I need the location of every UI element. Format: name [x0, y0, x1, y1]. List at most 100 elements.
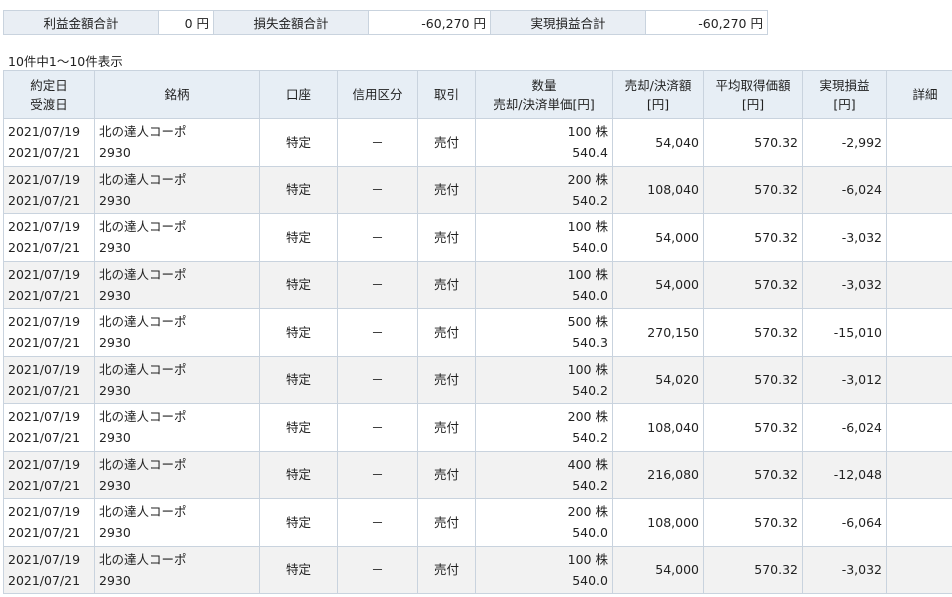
cell-detail [886, 450, 952, 499]
cell-amount: 108,040 [612, 403, 704, 452]
cell-amount: 54,000 [612, 260, 704, 309]
cell-realized-pl: -6,024 [802, 165, 887, 214]
stock-name: 北の達人コーポ [99, 456, 187, 472]
cell-detail [886, 165, 952, 214]
quantity: 400 株 [567, 456, 608, 472]
cell-account: 特定 [259, 260, 338, 309]
quantity: 200 株 [567, 504, 608, 520]
cell-qty-price: 100 株 540.0 [475, 545, 613, 594]
cell-amount: 54,000 [612, 213, 704, 262]
cell-credit: － [337, 260, 418, 309]
header-detail: 詳細 [886, 70, 952, 119]
cell-amount: 54,020 [612, 355, 704, 404]
table-row: 2021/07/19 2021/07/21 北の達人コーポ 2930 特定－売付 500 … [3, 308, 952, 357]
cell-dates: 2021/07/19 2021/07/21 [3, 165, 95, 214]
cell-account: 特定 [259, 213, 338, 262]
cell-credit: － [337, 308, 418, 357]
trade-date: 2021/07/19 [8, 551, 81, 567]
cell-trade: 売付 [417, 498, 476, 547]
settle-date: 2021/07/21 [8, 430, 81, 446]
cell-realized-pl: -3,032 [802, 213, 887, 262]
cell-credit: － [337, 450, 418, 499]
cell-credit: － [337, 545, 418, 594]
cell-avg-price: 570.32 [703, 498, 803, 547]
cell-trade: 売付 [417, 545, 476, 594]
cell-detail [886, 260, 952, 309]
stock-code: 2930 [99, 430, 131, 446]
cell-dates: 2021/07/19 2021/07/21 [3, 355, 95, 404]
summary-table: 利益金額合計 0 円 損失金額合計 -60,270 円 実現損益合計 -60,2… [3, 10, 768, 35]
cell-detail [886, 498, 952, 547]
cell-trade: 売付 [417, 308, 476, 357]
cell-qty-price: 400 株 540.2 [475, 450, 613, 499]
settle-date: 2021/07/21 [8, 525, 81, 541]
quantity: 500 株 [567, 314, 608, 330]
stock-code: 2930 [99, 382, 131, 398]
cell-qty-price: 100 株 540.0 [475, 260, 613, 309]
header-avg-unit: [円] [741, 96, 765, 112]
header-unit-price: 売却/決済単価[円] [493, 96, 595, 112]
table-row: 2021/07/19 2021/07/21 北の達人コーポ 2930 特定－売付 100 … [3, 213, 952, 262]
cell-detail [886, 355, 952, 404]
cell-trade: 売付 [417, 403, 476, 452]
cell-qty-price: 100 株 540.2 [475, 355, 613, 404]
cell-detail [886, 308, 952, 357]
cell-qty-price: 100 株 540.0 [475, 213, 613, 262]
trade-date: 2021/07/19 [8, 266, 81, 282]
quantity: 100 株 [567, 551, 608, 567]
header-pl-label: 実現損益 [819, 77, 870, 93]
cell-stock: 北の達人コーポ 2930 [94, 118, 260, 167]
cell-qty-price: 500 株 540.3 [475, 308, 613, 357]
header-pl-unit: [円] [833, 96, 856, 112]
quantity: 200 株 [567, 171, 608, 187]
unit-price: 540.2 [572, 192, 608, 208]
cell-trade: 売付 [417, 260, 476, 309]
table-row: 2021/07/19 2021/07/21 北の達人コーポ 2930 特定－売付 100 … [3, 260, 952, 309]
cell-dates: 2021/07/19 2021/07/21 [3, 498, 95, 547]
trade-date: 2021/07/19 [8, 219, 81, 235]
page: 利益金額合計 0 円 損失金額合計 -60,270 円 実現損益合計 -60,2… [0, 0, 952, 597]
trade-date: 2021/07/19 [8, 504, 81, 520]
header-settle-date: 受渡日 [30, 96, 68, 112]
cell-qty-price: 200 株 540.2 [475, 403, 613, 452]
quantity: 100 株 [567, 266, 608, 282]
table-row: 2021/07/19 2021/07/21 北の達人コーポ 2930 特定－売付 200 … [3, 498, 952, 547]
cell-dates: 2021/07/19 2021/07/21 [3, 308, 95, 357]
loss-total-label: 損失金額合計 [213, 10, 369, 35]
header-pl: 実現損益 [円] [802, 70, 887, 119]
cell-account: 特定 [259, 403, 338, 452]
cell-dates: 2021/07/19 2021/07/21 [3, 213, 95, 262]
trade-date: 2021/07/19 [8, 314, 81, 330]
stock-name: 北の達人コーポ [99, 361, 187, 377]
header-credit: 信用区分 [337, 70, 418, 119]
cell-stock: 北の達人コーポ 2930 [94, 450, 260, 499]
trade-date: 2021/07/19 [8, 361, 81, 377]
unit-price: 540.0 [572, 525, 608, 541]
cell-credit: － [337, 165, 418, 214]
settle-date: 2021/07/21 [8, 572, 81, 588]
unit-price: 540.0 [572, 287, 608, 303]
header-account: 口座 [259, 70, 338, 119]
header-avg-label: 平均取得価額 [715, 77, 791, 93]
cell-realized-pl: -6,064 [802, 498, 887, 547]
unit-price: 540.2 [572, 477, 608, 493]
cell-dates: 2021/07/19 2021/07/21 [3, 450, 95, 499]
trade-date: 2021/07/19 [8, 171, 81, 187]
cell-credit: － [337, 118, 418, 167]
table-row: 2021/07/19 2021/07/21 北の達人コーポ 2930 特定－売付 100 … [3, 355, 952, 404]
cell-account: 特定 [259, 308, 338, 357]
header-name: 銘柄 [94, 70, 260, 119]
cell-credit: － [337, 355, 418, 404]
cell-dates: 2021/07/19 2021/07/21 [3, 403, 95, 452]
header-avg: 平均取得価額 [円] [703, 70, 803, 119]
stock-name: 北の達人コーポ [99, 314, 187, 330]
settle-date: 2021/07/21 [8, 477, 81, 493]
cell-account: 特定 [259, 165, 338, 214]
settle-date: 2021/07/21 [8, 287, 81, 303]
stock-name: 北の達人コーポ [99, 124, 187, 140]
cell-avg-price: 570.32 [703, 355, 803, 404]
loss-total-value: -60,270 円 [368, 10, 491, 35]
cell-amount: 54,000 [612, 545, 704, 594]
cell-dates: 2021/07/19 2021/07/21 [3, 260, 95, 309]
quantity: 100 株 [567, 124, 608, 140]
